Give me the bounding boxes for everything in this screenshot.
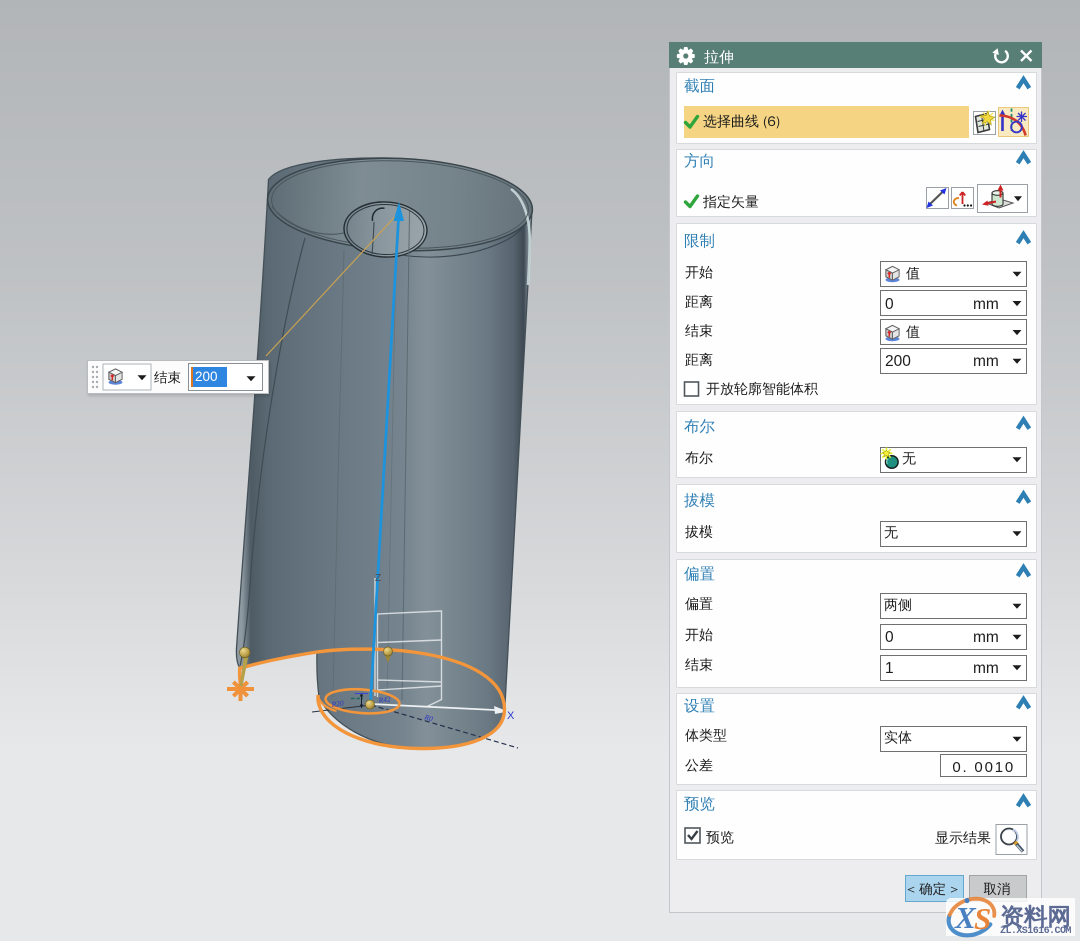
svg-text:X: X [507,710,515,722]
svg-text:R42: R42 [377,694,391,705]
svg-text:R20: R20 [330,698,344,709]
svg-text:Z: Z [375,573,381,584]
